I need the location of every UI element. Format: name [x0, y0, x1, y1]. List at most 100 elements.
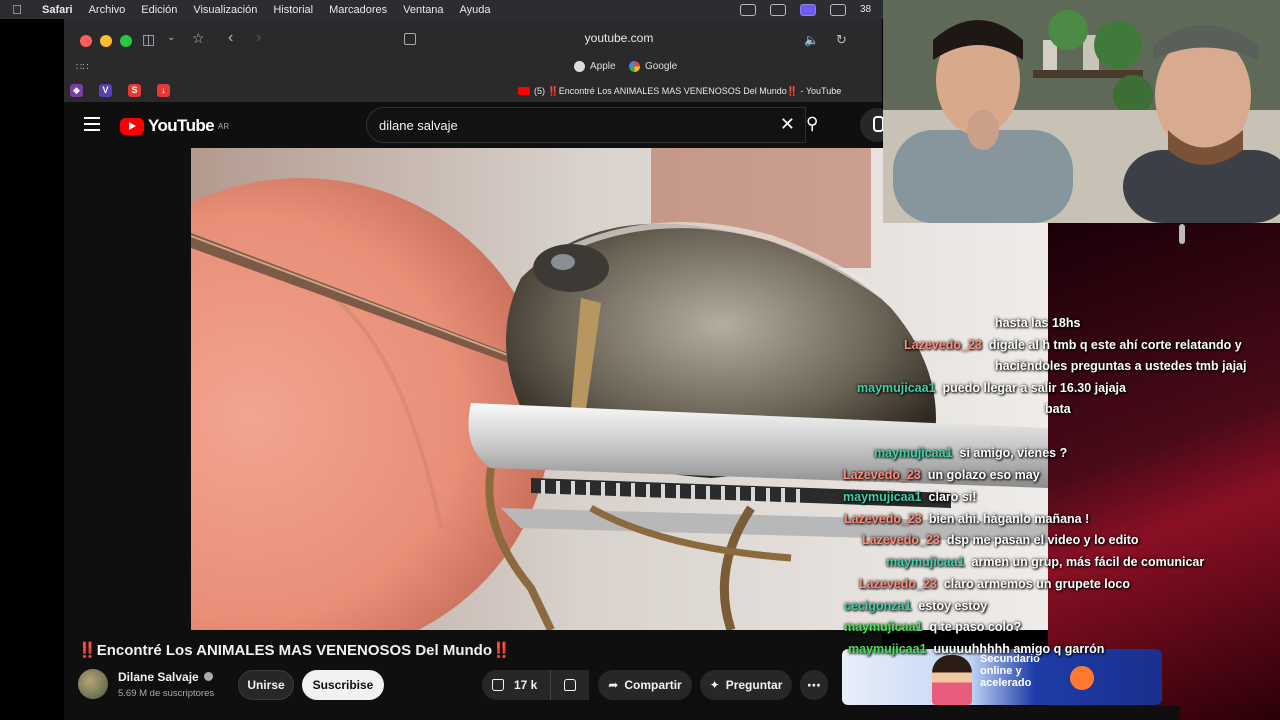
chat-user: Lazevedo_23 — [862, 533, 940, 547]
tab-icon-v[interactable]: V — [99, 84, 112, 97]
chat-message: haciéndoles preguntas a ustedes tmb jaja… — [995, 359, 1246, 373]
screen-share-icon[interactable] — [800, 3, 816, 16]
chat-message: maymujicaa1 claro si! — [843, 490, 976, 504]
chat-message: maymujicaa1 q te paso colo? — [844, 620, 1021, 634]
minimize-window-button[interactable] — [100, 35, 112, 47]
chat-user: Lazevedo_23 — [843, 468, 921, 482]
youtube-header: YouTube AR dilane salvaje ✕ ⚲ — [64, 102, 894, 148]
youtube-logo[interactable]: YouTube AR — [120, 116, 229, 136]
search-input[interactable]: dilane salvaje — [379, 118, 458, 133]
chat-text: claro armemos un grupete loco — [943, 577, 1130, 591]
youtube-play-icon — [120, 117, 144, 135]
status-icon-2[interactable] — [770, 3, 786, 16]
chat-message: Lazevedo_23 bien ahi. háganlo mañana ! — [844, 512, 1089, 526]
favorite-apple[interactable]: Apple — [574, 61, 616, 72]
sidebar-toggle-icon[interactable]: ◫ — [142, 31, 155, 48]
chat-text: q te paso colo? — [929, 620, 1022, 634]
favorite-google[interactable]: Google — [629, 61, 677, 72]
more-actions-button[interactable]: ⋯ — [800, 670, 828, 700]
chat-text: digale al h tmb q este ahí corte relatan… — [988, 338, 1242, 352]
channel-avatar[interactable] — [78, 669, 108, 699]
menu-marcadores[interactable]: Marcadores — [321, 4, 395, 16]
reload-icon[interactable]: ↻ — [836, 32, 847, 48]
region-code: AR — [218, 121, 230, 131]
sparkle-icon: ✦ — [709, 678, 720, 692]
apple-menu-icon[interactable]:  — [0, 2, 34, 17]
chat-text: estoy estoy — [918, 599, 988, 613]
chat-scrollbar[interactable] — [1179, 224, 1185, 244]
chat-message: maymujicaa1 puedo llegar a salir 16.30 ja… — [857, 381, 1126, 395]
chat-text: si amigo, vienes ? — [959, 446, 1068, 460]
menu-historial[interactable]: Historial — [265, 4, 321, 16]
chat-message: hasta las 18hs — [995, 316, 1080, 330]
youtube-logo-text: YouTube — [148, 116, 215, 135]
title-emoji: ‼️ — [492, 642, 511, 659]
tab-icon-download[interactable]: ↓ — [157, 84, 170, 97]
favorite-label: Apple — [590, 61, 616, 72]
google-icon — [629, 61, 640, 72]
menu-ayuda[interactable]: Ayuda — [452, 4, 499, 16]
ad-banner[interactable]: Secundario online y acelerado — [842, 649, 1162, 705]
audio-playing-icon[interactable]: 🔈 — [804, 33, 819, 47]
bookmark-star-icon[interactable]: ☆ — [192, 30, 205, 47]
chat-user: Lazevedo_23 — [859, 577, 937, 591]
share-label: Compartir — [624, 678, 682, 692]
ask-label: Preguntar — [725, 678, 783, 692]
tab-icon-s[interactable]: S — [128, 84, 141, 97]
menu-edicion[interactable]: Edición — [133, 4, 185, 16]
status-icon-1[interactable] — [740, 3, 756, 16]
thumbs-up-icon — [492, 679, 504, 691]
live-chat-overlay: hasta las 18hs Lazevedo_23 digale al h tm… — [840, 310, 1280, 660]
chevron-down-icon[interactable]: ⌄ — [167, 32, 175, 43]
tab-active-youtube[interactable]: (5) ‼️Encontré Los ANIMALES MAS VENENOSO… — [518, 86, 841, 97]
clear-search-icon[interactable]: ✕ — [780, 114, 795, 135]
chat-user: maymujicaa1 — [843, 490, 922, 504]
youtube-favicon-icon — [518, 87, 530, 95]
chat-user: cecigonza1 — [844, 599, 912, 613]
close-window-button[interactable] — [80, 35, 92, 47]
back-icon[interactable]: ‹ — [228, 29, 233, 47]
chat-user: maymujicaa1 — [844, 620, 923, 634]
channel-name[interactable]: Dilane Salvaje — [118, 670, 213, 684]
chat-message: Lazevedo_23 digale al h tmb q este ahí co… — [904, 338, 1242, 352]
subscriber-count: 5.69 M de suscriptores — [118, 688, 215, 699]
menu-app-safari[interactable]: Safari — [34, 4, 81, 16]
chat-message: maymujicaa1 uuuuuhhhhh amigo q garrón — [848, 642, 1104, 656]
subscribe-button[interactable]: Suscribise — [302, 670, 384, 700]
ad-badge-icon — [1070, 666, 1094, 690]
fullscreen-window-button[interactable] — [120, 35, 132, 47]
chat-text: uuuuuhhhhh amigo q garrón — [933, 642, 1105, 656]
favorite-label: Google — [645, 61, 678, 72]
dislike-button[interactable] — [550, 670, 588, 700]
join-button[interactable]: Unirse — [238, 670, 294, 700]
favorites-bar: ∷∷ Apple Google — [64, 59, 882, 77]
chat-text: haciéndoles preguntas a ustedes tmb jaja… — [995, 359, 1247, 373]
tab-bar: ◆ V S ↓ (5) ‼️Encontré Los ANIMALES MAS … — [64, 81, 882, 101]
share-button[interactable]: ➦ Compartir — [598, 670, 692, 700]
chat-message: Lazevedo_23 un golazo eso may — [843, 468, 1040, 482]
menu-hamburger-icon[interactable] — [84, 117, 100, 135]
menubar-status-area: 38 — [740, 0, 871, 19]
search-icon[interactable]: ⚲ — [806, 107, 832, 143]
address-bar[interactable]: youtube.com — [394, 31, 844, 51]
chat-message: maymujicaa1 si amigo, vienes ? — [874, 446, 1067, 460]
tab-icon-extension[interactable]: ◆ — [70, 84, 83, 97]
status-icon-4[interactable] — [830, 3, 846, 16]
menu-ventana[interactable]: Ventana — [395, 4, 451, 16]
chat-user: Lazevedo_23 — [904, 338, 982, 352]
video-title: ‼️Encontré Los ANIMALES MAS VENENOSOS De… — [78, 641, 511, 659]
menu-archivo[interactable]: Archivo — [81, 4, 134, 16]
menu-visualizacion[interactable]: Visualización — [185, 4, 265, 16]
chat-message: cecigonza1 estoy estoy — [844, 599, 987, 613]
forward-icon[interactable]: › — [256, 29, 261, 47]
window-controls — [80, 35, 132, 47]
grid-icon[interactable]: ∷∷ — [76, 62, 89, 73]
chat-user: maymujicaa1 — [857, 381, 936, 395]
channel-name-text[interactable]: Dilane Salvaje — [118, 670, 199, 684]
chat-user: maymujicaa1 — [848, 642, 927, 656]
chat-text: claro si! — [928, 490, 977, 504]
status-text: 38 — [860, 3, 872, 15]
search-box[interactable]: dilane salvaje ✕ — [366, 107, 806, 143]
ask-button[interactable]: ✦ Preguntar — [700, 670, 792, 700]
chat-message: maymujicaa1 armen un grup, más fácil de c… — [886, 555, 1204, 569]
